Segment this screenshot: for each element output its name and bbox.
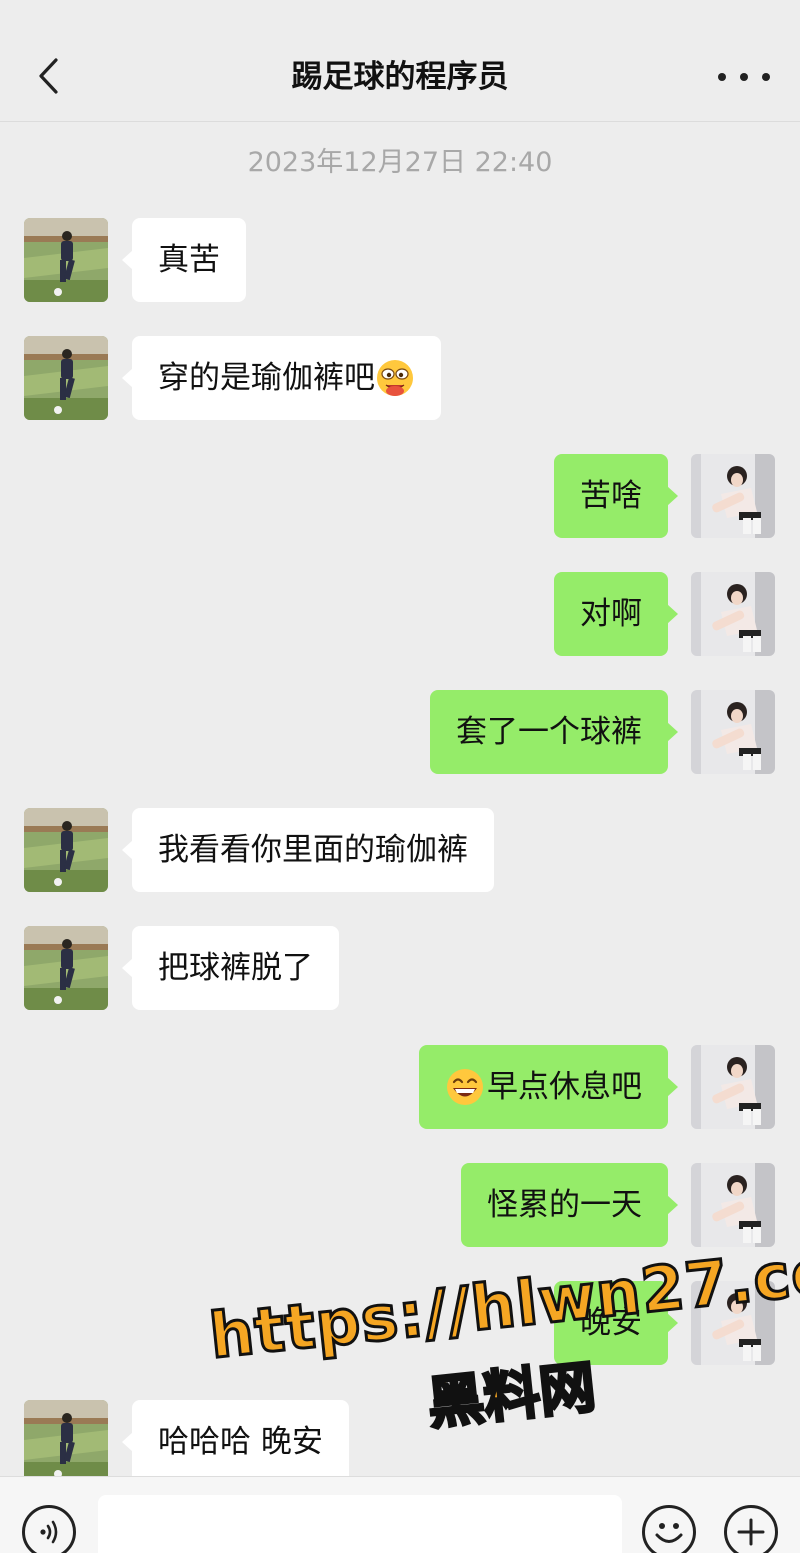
message-bubble[interactable]: 真苦 <box>122 218 246 302</box>
my-avatar[interactable] <box>691 1163 775 1247</box>
message-bubble[interactable]: 苦啥 <box>554 454 678 538</box>
message-bubble[interactable]: 套了一个球裤 <box>430 690 678 774</box>
message-timestamp: 2023年12月27日 22:40 <box>247 147 553 178</box>
message-text: 晚安 <box>580 1305 642 1341</box>
message-text: 我看看你里面的瑜伽裤 <box>158 832 468 868</box>
my-avatar[interactable] <box>691 1045 775 1129</box>
message-bubble[interactable]: 哈哈哈 晚安 <box>122 1400 349 1484</box>
message-row-sent: 怪累的一天 <box>0 1163 800 1249</box>
smiley-icon <box>655 1523 683 1543</box>
more-actions-button[interactable] <box>724 1505 778 1553</box>
input-toolbar <box>0 1476 800 1553</box>
voice-button[interactable] <box>22 1505 76 1553</box>
message-text: 苦啥 <box>580 478 642 514</box>
my-avatar[interactable] <box>691 454 775 538</box>
more-options-button[interactable] <box>718 60 770 94</box>
message-bubble[interactable]: 怪累的一天 <box>461 1163 678 1247</box>
message-row-received: 我看看你里面的瑜伽裤 <box>0 808 800 894</box>
message-row-sent: 早点休息吧 <box>0 1045 800 1131</box>
emoji-button[interactable] <box>642 1505 696 1553</box>
plus-icon <box>737 1518 765 1546</box>
message-row-sent: 晚安 <box>0 1281 800 1367</box>
contact-avatar[interactable] <box>24 336 108 420</box>
message-row-sent: 对啊 <box>0 572 800 658</box>
message-text: 把球裤脱了 <box>158 950 313 986</box>
message-row-received: 真苦 <box>0 218 800 304</box>
message-bubble[interactable]: 对啊 <box>554 572 678 656</box>
message-bubble[interactable]: 晚安 <box>554 1281 678 1365</box>
message-row-sent: 套了一个球裤 <box>0 690 800 776</box>
message-row-received: 哈哈哈 晚安 <box>0 1400 800 1486</box>
contact-avatar[interactable] <box>24 926 108 1010</box>
contact-avatar[interactable] <box>24 1400 108 1484</box>
message-text: 套了一个球裤 <box>456 714 642 750</box>
message-text: 穿的是瑜伽裤吧 <box>158 360 375 396</box>
message-text: 怪累的一天 <box>487 1187 642 1223</box>
message-input[interactable] <box>98 1495 622 1553</box>
message-bubble[interactable]: 我看看你里面的瑜伽裤 <box>122 808 494 892</box>
message-text: 哈哈哈 晚安 <box>158 1424 323 1460</box>
voice-icon <box>40 1520 58 1544</box>
ellipsis-icon <box>718 73 726 81</box>
message-text: 对啊 <box>580 596 642 632</box>
contact-avatar[interactable] <box>24 218 108 302</box>
message-row-received: 把球裤脱了 <box>0 926 800 1012</box>
message-row-received: 穿的是瑜伽裤吧 <box>0 336 800 422</box>
my-avatar[interactable] <box>691 690 775 774</box>
message-row-sent: 苦啥 <box>0 454 800 540</box>
my-avatar[interactable] <box>691 1281 775 1365</box>
contact-avatar[interactable] <box>24 808 108 892</box>
grinning-face-emoji-icon <box>447 1069 483 1105</box>
title-bar: 踢足球的程序员 <box>0 0 800 122</box>
chat-title: 踢足球的程序员 <box>291 59 509 95</box>
message-bubble[interactable]: 把球裤脱了 <box>122 926 339 1010</box>
message-bubble[interactable]: 早点休息吧 <box>419 1045 678 1129</box>
message-text: 真苦 <box>158 242 220 278</box>
my-avatar[interactable] <box>691 572 775 656</box>
message-text: 早点休息吧 <box>487 1069 642 1105</box>
drooling-face-emoji-icon <box>377 360 413 396</box>
message-bubble[interactable]: 穿的是瑜伽裤吧 <box>122 336 441 420</box>
